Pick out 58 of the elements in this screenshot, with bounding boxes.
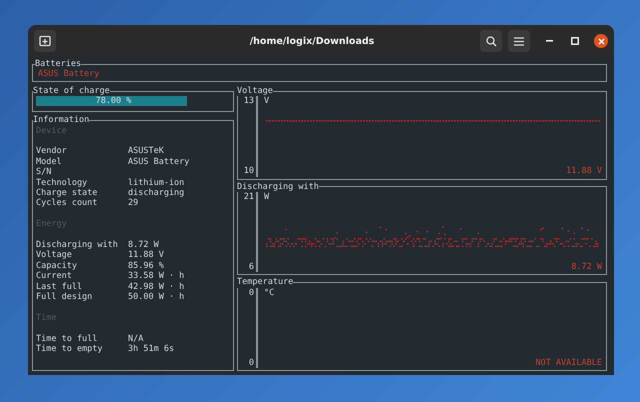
info-value: N/A [128, 334, 144, 344]
unit-label: W [264, 192, 270, 202]
new-tab-icon [39, 35, 51, 47]
info-value: 33.58 W · h [128, 271, 184, 282]
info-value: 8.72 W [128, 240, 159, 250]
graph-reading: 8.72 W [571, 262, 602, 272]
info-label: Capacity [36, 260, 78, 272]
window-title: /home/logix/Downloads [248, 36, 374, 46]
menu-button[interactable] [508, 30, 530, 52]
panel-title: Temperature [237, 277, 294, 288]
info-label: Technology [36, 178, 88, 188]
maximize-icon [571, 37, 580, 45]
axis-min-label: 6 [248, 262, 254, 272]
info-label: Discharging with [36, 240, 119, 250]
info-value: ASUS Battery [128, 156, 190, 168]
axis-min-label: 10 [244, 166, 254, 177]
info-label: Model [36, 156, 63, 168]
graph-reading: 11.88 V [566, 166, 602, 177]
info-label: Vendor [36, 146, 68, 157]
unit-label: °C [264, 288, 276, 298]
panel-title: Batteries [35, 59, 82, 70]
info-label: Full design [36, 292, 94, 302]
info-value: 50.00 W · h [128, 292, 184, 302]
graph-reading: NOT AVAILABLE [535, 358, 602, 368]
panel-title: Voltage [237, 86, 273, 96]
info-value: discharging [128, 188, 184, 198]
info-label: Voltage [36, 250, 73, 261]
info-value: 29 [128, 198, 138, 209]
info-value: 42.98 W · h [128, 282, 184, 292]
info-label: Current [36, 271, 73, 282]
info-value: 3h 51m 6s [128, 344, 174, 354]
close-button[interactable] [594, 34, 608, 48]
info-label: Time to full [36, 334, 98, 344]
search-icon [486, 36, 497, 46]
unit-label: V [264, 96, 270, 107]
info-value: 85.96 % [128, 260, 164, 272]
battery-list-item[interactable]: ASUS Battery [38, 69, 100, 80]
menu-icon [514, 36, 524, 46]
panel-title: State of charge [33, 86, 110, 96]
charge-reading: 78.00 % [94, 96, 132, 107]
axis-max-label: 21 [244, 192, 254, 202]
info-label: S/N [36, 167, 52, 178]
panel-title: Discharging with [237, 182, 319, 192]
info-value: lithium-ion [128, 178, 184, 188]
info-label: Time to empty [36, 344, 104, 354]
info-value: 11.88 V [128, 250, 164, 261]
new-tab-button[interactable] [34, 30, 56, 52]
axis-min-label: 0 [248, 358, 254, 368]
info-label: Charge state [36, 188, 98, 198]
search-button[interactable] [480, 30, 502, 52]
axis-max-label: 13 [244, 96, 254, 107]
close-icon [598, 38, 605, 44]
axis-max-label: 0 [248, 288, 254, 298]
info-label: Cycles count [36, 198, 98, 209]
minimize-icon [546, 40, 553, 42]
info-value: ASUSTeK [128, 146, 164, 157]
panel-title: Information [33, 115, 90, 126]
info-label: Last full [36, 282, 84, 292]
